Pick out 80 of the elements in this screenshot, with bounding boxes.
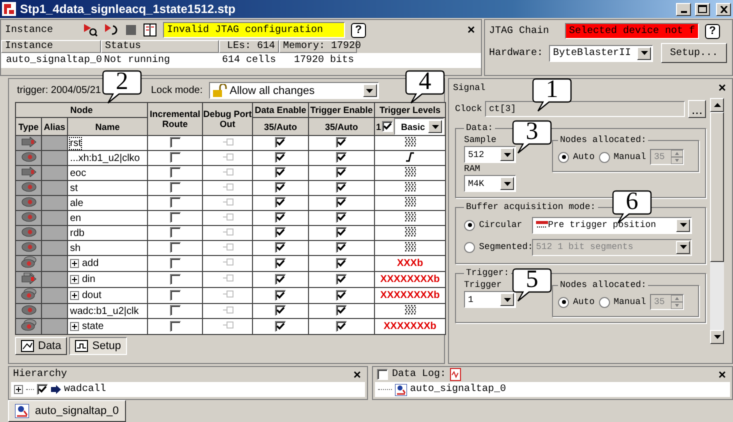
table-cell[interactable]: rst — [70, 138, 82, 148]
group-title: Trigger: — [465, 268, 510, 278]
status-field: Invalid JTAG configuration — [163, 22, 345, 38]
radio-label[interactable]: Circular — [479, 220, 522, 230]
column-header[interactable]: Data Enable — [252, 102, 309, 118]
table-cell-text: Not running — [103, 55, 172, 66]
table-cell[interactable]: sh — [70, 242, 81, 254]
group-title: Buffer acquisition mode: — [465, 202, 597, 212]
lock-mode-dropdown[interactable]: Allow all changes — [208, 82, 379, 99]
tab[interactable]: auto_signaltap_0 — [8, 400, 126, 422]
radio-label[interactable]: Manual — [614, 152, 646, 162]
field-label: Sample — [464, 135, 498, 145]
table-cell[interactable]: add — [82, 258, 99, 269]
radio-label[interactable]: Auto — [573, 152, 595, 162]
window-title: Stp1_4data_signleacq_1state1512.stp — [20, 2, 236, 16]
table-cell[interactable]: din — [82, 274, 96, 285]
column-header: 35/Auto — [252, 118, 309, 136]
table-cell[interactable]: state — [82, 321, 104, 332]
condition-dropdown[interactable]: Basic — [394, 118, 444, 135]
close-button[interactable]: × — [465, 24, 477, 36]
column-header[interactable]: Debug Port Out — [202, 102, 253, 136]
tab[interactable]: Setup — [69, 337, 127, 355]
table-cell-text: 614 cells — [220, 55, 277, 66]
help-button[interactable]: ? — [351, 22, 366, 38]
panel-title: Hierarchy — [13, 369, 68, 380]
group-title: Data: — [465, 123, 494, 133]
table-cell[interactable]: rdb — [70, 228, 84, 238]
table-cell[interactable]: en — [70, 212, 82, 224]
column-header[interactable]: Node — [16, 102, 148, 118]
callout: 5 — [512, 268, 552, 302]
setup-button[interactable]: Setup... — [661, 43, 728, 63]
checkbox-label[interactable]: Data Log: — [392, 369, 446, 380]
table-cell-text: 17920 bits — [292, 55, 355, 66]
field-label: Lock mode: — [150, 85, 203, 96]
browse-button[interactable]: ... — [688, 100, 706, 118]
close-button[interactable]: × — [716, 82, 728, 94]
column-header[interactable]: Instance — [1, 40, 101, 53]
close-button[interactable]: × — [716, 368, 728, 380]
sample-dropdown[interactable]: 512 — [464, 146, 516, 163]
column-header[interactable]: Incremental Route — [148, 102, 203, 136]
column-header[interactable]: Name — [68, 118, 148, 136]
column-header[interactable]: Status — [101, 40, 219, 53]
column-header[interactable]: Alias — [42, 118, 68, 136]
tree-item[interactable]: auto_signaltap_0 — [410, 384, 506, 395]
tree-item[interactable]: wadcall — [64, 384, 106, 395]
clock-field[interactable]: ct[3] — [485, 101, 685, 117]
callout: 1 — [532, 78, 572, 112]
callout: 4 — [405, 70, 445, 104]
trigger-label: trigger: 2004/05/21 — [17, 85, 101, 96]
field-label: Trigger — [464, 280, 503, 290]
field-label: Hardware: — [489, 48, 544, 58]
column-header[interactable]: Type — [16, 118, 42, 136]
table-cell[interactable]: st — [70, 182, 78, 194]
panel-title: Signal — [453, 82, 486, 92]
group-title: Nodes allocated: — [559, 135, 648, 145]
table-cell[interactable]: ale — [70, 198, 84, 208]
status-field: Selected device not f — [565, 23, 700, 39]
tab[interactable]: Data — [15, 337, 68, 355]
level-count: 1 — [376, 122, 382, 132]
column-header[interactable]: Trigger Enable — [308, 102, 375, 118]
panel-title: Instance — [5, 24, 54, 36]
field-label: Clock — [455, 104, 482, 114]
group-title: Nodes allocated: — [559, 280, 648, 290]
table-cell[interactable]: eoc — [70, 168, 86, 178]
radio-label[interactable]: Auto — [573, 297, 595, 307]
column-header[interactable]: LEs: 614 — [219, 40, 279, 53]
ram-dropdown[interactable]: M4K — [464, 175, 516, 192]
panel-title: JTAG Chain — [489, 26, 550, 36]
help-button[interactable]: ? — [705, 24, 720, 38]
column-header[interactable]: Trigger Levels — [374, 102, 446, 118]
column-header: 35/Auto — [308, 118, 375, 136]
close-button[interactable]: × — [351, 368, 363, 380]
callout: 3 — [512, 120, 552, 154]
hardware-dropdown[interactable]: ByteBlasterII — [549, 44, 654, 62]
table-cell[interactable]: dout — [82, 290, 102, 301]
radio-label[interactable]: Manual — [614, 297, 646, 307]
field-label: RAM — [464, 164, 482, 174]
trigger-dropdown[interactable]: 1 — [464, 291, 516, 308]
callout: 2 — [102, 70, 142, 104]
table-cell: auto_signaltap_0 — [6, 55, 102, 66]
